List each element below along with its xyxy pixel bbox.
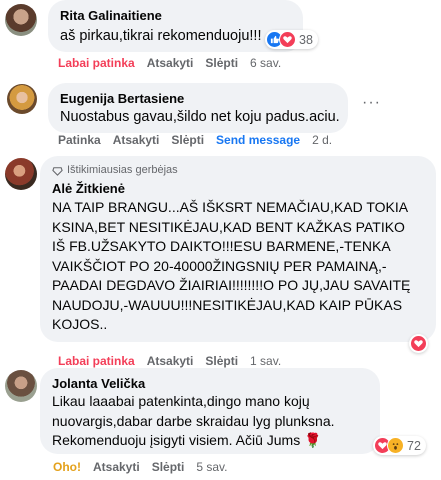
comment-bubble: Rita Galinaitiene aš pirkau,tikrai rekom… [48, 0, 303, 52]
react-button[interactable]: Oho! [53, 460, 81, 474]
badge-label: Ištikimiausias gerbėjas [67, 164, 178, 176]
comment-line: KOJOS.. [52, 316, 108, 332]
avatar[interactable] [5, 158, 37, 190]
reply-button[interactable]: Atsakyti [93, 460, 140, 474]
hide-button[interactable]: Slėpti [171, 133, 204, 147]
comment-line: Rekomenduoju įsigyti visiem. Ačiū Jums 🌹 [52, 432, 322, 448]
love-icon [410, 335, 427, 352]
comment-text: NA TAIP BRANGU...AŠ IŠKSRT NEMAČIAU,KAD … [52, 198, 410, 335]
timestamp[interactable]: 1 sav. [250, 354, 281, 368]
reply-button[interactable]: Atsakyti [113, 133, 160, 147]
comment-author[interactable]: Rita Galinaitiene [60, 8, 162, 23]
reply-button[interactable]: Atsakyti [147, 354, 194, 368]
comment-author[interactable]: Jolanta Velička [52, 376, 145, 391]
reaction-summary[interactable]: 38 [265, 30, 318, 49]
react-button[interactable]: Labai patinka [58, 354, 135, 368]
comment-line: KSINA,BET NESITIKĖJAU,KAD BENT KAŽKAS PA… [52, 218, 405, 235]
comment-text: aš pirkau,tikrai rekomenduoju!!! [60, 28, 262, 44]
reply-button[interactable]: Atsakyti [147, 56, 194, 70]
more-options-icon[interactable]: ··· [362, 94, 381, 112]
comment-line: PAADAI DEGDAVO ŽIAIRIAI!!!!!!!!O PO JŲ,J… [52, 277, 411, 293]
love-icon [279, 31, 296, 48]
comment-actions: Oho! Atsakyti Slėpti 5 sav. [53, 460, 239, 474]
react-button[interactable]: Labai patinka [58, 56, 135, 70]
comment-line: Likau laaabai patenkinta,dingo mano kojų [52, 393, 310, 409]
comment-bubble: Eugenija Bertasiene Nuostabus gavau,šild… [48, 83, 348, 133]
comment-line: NAUDOJU,-WAUUU!!!NESITIKĖJAU,KAD KAIP PŪ… [52, 296, 403, 313]
comment-actions: Patinka Atsakyti Slėpti Send message 2 d… [58, 133, 344, 147]
badge-icon [52, 165, 63, 176]
comment-line: NA TAIP BRANGU...AŠ IŠKSRT NEMAČIAU,KAD … [52, 199, 409, 215]
timestamp[interactable]: 5 sav. [196, 460, 227, 474]
send-message-button[interactable]: Send message [216, 133, 300, 147]
avatar[interactable] [5, 370, 37, 402]
wow-icon [387, 437, 404, 454]
comment-actions: Labai patinka Atsakyti Slėpti 6 sav. [58, 56, 293, 70]
top-fan-badge: Ištikimiausias gerbėjas [52, 164, 178, 176]
reaction-count: 38 [299, 32, 313, 47]
hide-button[interactable]: Slėpti [152, 460, 185, 474]
timestamp[interactable]: 6 sav. [250, 56, 281, 70]
comment-text: Nuostabus gavau,šildo net koju padus.aci… [60, 109, 340, 125]
avatar[interactable] [5, 4, 37, 36]
hide-button[interactable]: Slėpti [205, 354, 238, 368]
hide-button[interactable]: Slėpti [205, 56, 238, 70]
reaction-summary[interactable] [409, 334, 428, 353]
comment-line: IŠ FB.UŽSAKYTO DAIKTO!!!ESU BARMENE,-TEN… [52, 238, 391, 254]
comment-line: VAIKŠČIOT PO 20-40000ŽINGSNIŲ PER PAMAIN… [52, 257, 387, 274]
comment-actions: Labai patinka Atsakyti Slėpti 1 sav. [58, 354, 293, 368]
comment-bubble: Jolanta Velička Likau laaabai patenkinta… [40, 368, 380, 454]
reaction-count: 72 [407, 438, 421, 453]
avatar[interactable] [7, 84, 37, 114]
comment-bubble: Ištikimiausias gerbėjas Alė Žitkienė NA … [40, 156, 436, 342]
comment-line: nuovargis,dabar darbe skraidau lyg plunk… [52, 412, 335, 429]
comment-author[interactable]: Eugenija Bertasiene [60, 91, 184, 106]
comment-author[interactable]: Alė Žitkienė [52, 181, 125, 196]
comment-text: Likau laaabai patenkinta,dingo mano kojų… [52, 392, 335, 451]
reaction-summary[interactable]: 72 [373, 436, 426, 455]
like-button[interactable]: Patinka [58, 133, 101, 147]
timestamp[interactable]: 2 d. [312, 133, 332, 147]
